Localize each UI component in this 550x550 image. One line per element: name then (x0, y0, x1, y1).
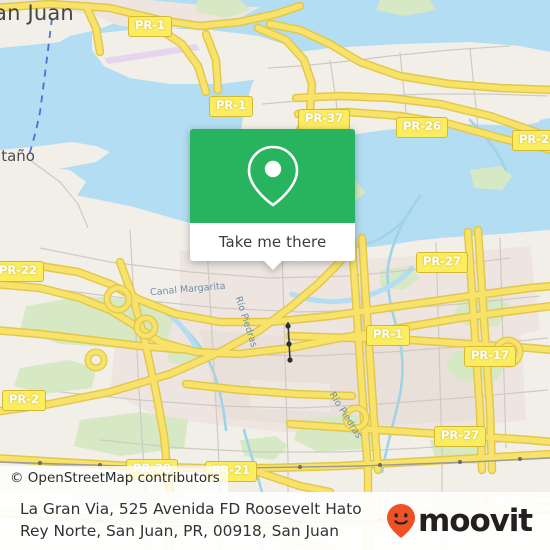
address-text: La Gran Via, 525 Avenida FD Roosevelt Ha… (20, 500, 362, 540)
take-me-there-label: Take me there (218, 233, 327, 251)
moovit-location-card: an Juan ataño Canal Margarita Río Piedra… (0, 0, 550, 550)
map-canvas[interactable]: an Juan ataño Canal Margarita Río Piedra… (0, 0, 550, 492)
osm-attribution[interactable]: © OpenStreetMap contributors (0, 466, 228, 492)
moovit-wordmark: moovit (418, 502, 533, 539)
location-pin-icon (247, 145, 298, 207)
popup-tail (264, 261, 282, 270)
moovit-smiley-pin-icon (387, 504, 416, 538)
destination-popup[interactable]: Take me there (190, 129, 355, 270)
moovit-logo: moovit (386, 503, 538, 539)
take-me-there-button[interactable]: Take me there (190, 223, 355, 261)
popup-pin-area (190, 129, 355, 223)
footer-bar: La Gran Via, 525 Avenida FD Roosevelt Ha… (0, 492, 550, 550)
